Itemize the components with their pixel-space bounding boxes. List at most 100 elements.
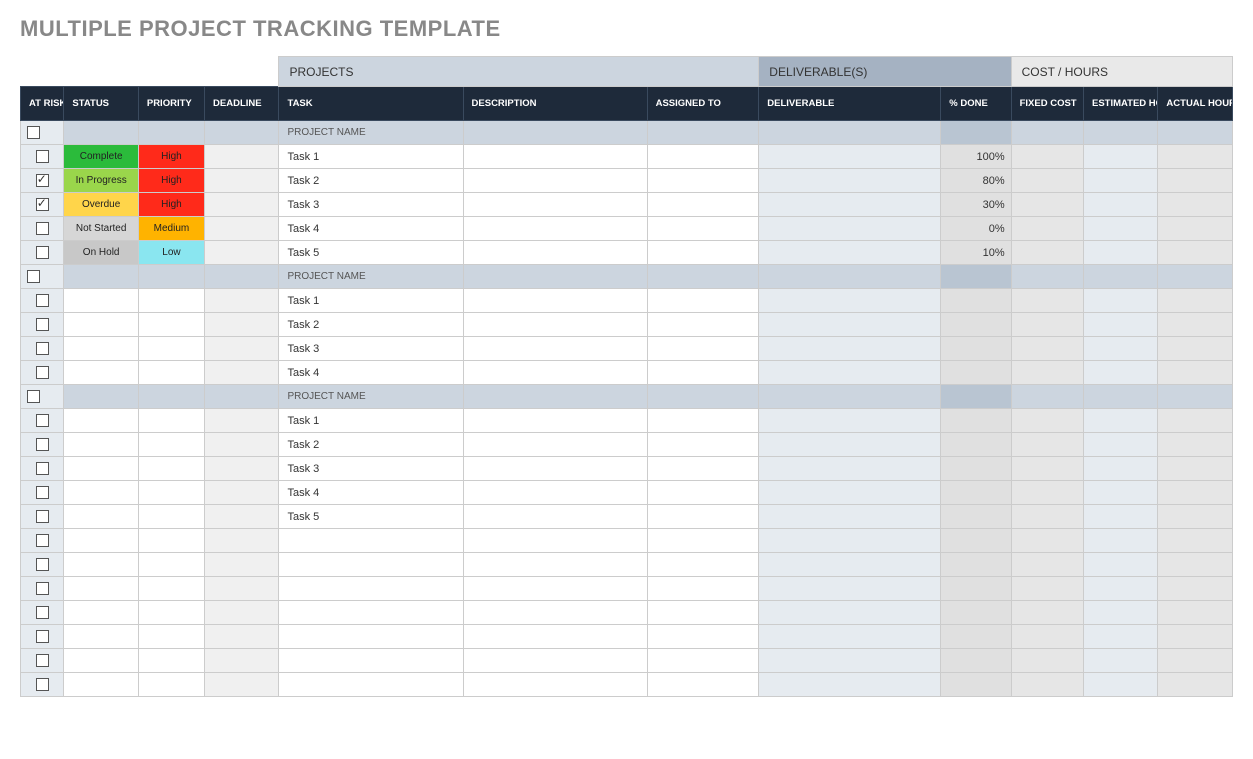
pctdone-cell[interactable] xyxy=(941,337,1011,361)
fixedcost-cell[interactable] xyxy=(1011,265,1083,289)
esthours-cell[interactable] xyxy=(1083,505,1157,529)
task-cell[interactable]: Task 3 xyxy=(279,193,463,217)
assigned-cell[interactable] xyxy=(647,313,759,337)
fixedcost-cell[interactable] xyxy=(1011,433,1083,457)
status-cell[interactable] xyxy=(64,649,138,673)
fixedcost-cell[interactable] xyxy=(1011,121,1083,145)
deliverable-cell[interactable] xyxy=(759,265,941,289)
checkbox-icon[interactable] xyxy=(36,678,49,691)
assigned-cell[interactable] xyxy=(647,409,759,433)
deliverable-cell[interactable] xyxy=(759,337,941,361)
assigned-cell[interactable] xyxy=(647,121,759,145)
atrisk-cell[interactable] xyxy=(21,361,64,385)
description-cell[interactable] xyxy=(463,649,647,673)
deadline-cell[interactable] xyxy=(205,505,279,529)
priority-cell[interactable] xyxy=(138,121,204,145)
atrisk-cell[interactable] xyxy=(21,169,64,193)
status-cell[interactable] xyxy=(64,409,138,433)
assigned-cell[interactable] xyxy=(647,265,759,289)
actualhours-cell[interactable] xyxy=(1158,553,1233,577)
assigned-cell[interactable] xyxy=(647,649,759,673)
pctdone-cell[interactable] xyxy=(941,481,1011,505)
actualhours-cell[interactable] xyxy=(1158,601,1233,625)
actualhours-cell[interactable] xyxy=(1158,433,1233,457)
deadline-cell[interactable] xyxy=(205,313,279,337)
task-cell[interactable]: Task 3 xyxy=(279,457,463,481)
pctdone-cell[interactable]: 80% xyxy=(941,169,1011,193)
atrisk-cell[interactable] xyxy=(21,481,64,505)
atrisk-cell[interactable] xyxy=(21,649,64,673)
esthours-cell[interactable] xyxy=(1083,385,1157,409)
deliverable-cell[interactable] xyxy=(759,577,941,601)
esthours-cell[interactable] xyxy=(1083,193,1157,217)
fixedcost-cell[interactable] xyxy=(1011,169,1083,193)
atrisk-cell[interactable] xyxy=(21,625,64,649)
task-cell[interactable]: Task 4 xyxy=(279,361,463,385)
fixedcost-cell[interactable] xyxy=(1011,289,1083,313)
status-cell[interactable] xyxy=(64,577,138,601)
status-cell[interactable] xyxy=(64,265,138,289)
esthours-cell[interactable] xyxy=(1083,625,1157,649)
deliverable-cell[interactable] xyxy=(759,289,941,313)
description-cell[interactable] xyxy=(463,553,647,577)
actualhours-cell[interactable] xyxy=(1158,673,1233,697)
pctdone-cell[interactable] xyxy=(941,121,1011,145)
description-cell[interactable] xyxy=(463,673,647,697)
checkbox-icon[interactable] xyxy=(27,270,40,283)
priority-cell[interactable] xyxy=(138,529,204,553)
esthours-cell[interactable] xyxy=(1083,241,1157,265)
esthours-cell[interactable] xyxy=(1083,337,1157,361)
description-cell[interactable] xyxy=(463,289,647,313)
deadline-cell[interactable] xyxy=(205,193,279,217)
deadline-cell[interactable] xyxy=(205,649,279,673)
status-cell[interactable] xyxy=(64,313,138,337)
pctdone-cell[interactable] xyxy=(941,361,1011,385)
deadline-cell[interactable] xyxy=(205,241,279,265)
deliverable-cell[interactable] xyxy=(759,385,941,409)
deliverable-cell[interactable] xyxy=(759,409,941,433)
description-cell[interactable] xyxy=(463,433,647,457)
task-cell[interactable] xyxy=(279,553,463,577)
actualhours-cell[interactable] xyxy=(1158,625,1233,649)
atrisk-cell[interactable] xyxy=(21,457,64,481)
assigned-cell[interactable] xyxy=(647,457,759,481)
fixedcost-cell[interactable] xyxy=(1011,337,1083,361)
priority-cell[interactable] xyxy=(138,265,204,289)
priority-cell[interactable]: Low xyxy=(138,241,204,265)
fixedcost-cell[interactable] xyxy=(1011,457,1083,481)
deliverable-cell[interactable] xyxy=(759,457,941,481)
status-cell[interactable]: Not Started xyxy=(64,217,138,241)
checkbox-icon[interactable] xyxy=(27,126,40,139)
pctdone-cell[interactable] xyxy=(941,265,1011,289)
checkbox-icon[interactable] xyxy=(36,486,49,499)
checkbox-icon[interactable] xyxy=(36,558,49,571)
assigned-cell[interactable] xyxy=(647,217,759,241)
checkbox-icon[interactable] xyxy=(36,150,49,163)
actualhours-cell[interactable] xyxy=(1158,649,1233,673)
status-cell[interactable]: Complete xyxy=(64,145,138,169)
status-cell[interactable] xyxy=(64,673,138,697)
actualhours-cell[interactable] xyxy=(1158,289,1233,313)
checkbox-icon[interactable] xyxy=(36,510,49,523)
description-cell[interactable] xyxy=(463,577,647,601)
deadline-cell[interactable] xyxy=(205,145,279,169)
priority-cell[interactable] xyxy=(138,577,204,601)
task-cell[interactable] xyxy=(279,577,463,601)
checkbox-icon[interactable] xyxy=(36,174,49,187)
task-cell[interactable] xyxy=(279,649,463,673)
status-cell[interactable]: In Progress xyxy=(64,169,138,193)
status-cell[interactable] xyxy=(64,337,138,361)
status-cell[interactable] xyxy=(64,433,138,457)
fixedcost-cell[interactable] xyxy=(1011,145,1083,169)
deliverable-cell[interactable] xyxy=(759,673,941,697)
pctdone-cell[interactable] xyxy=(941,385,1011,409)
assigned-cell[interactable] xyxy=(647,505,759,529)
priority-cell[interactable] xyxy=(138,433,204,457)
esthours-cell[interactable] xyxy=(1083,361,1157,385)
priority-cell[interactable] xyxy=(138,625,204,649)
description-cell[interactable] xyxy=(463,481,647,505)
assigned-cell[interactable] xyxy=(647,481,759,505)
actualhours-cell[interactable] xyxy=(1158,121,1233,145)
priority-cell[interactable]: High xyxy=(138,145,204,169)
priority-cell[interactable]: High xyxy=(138,169,204,193)
